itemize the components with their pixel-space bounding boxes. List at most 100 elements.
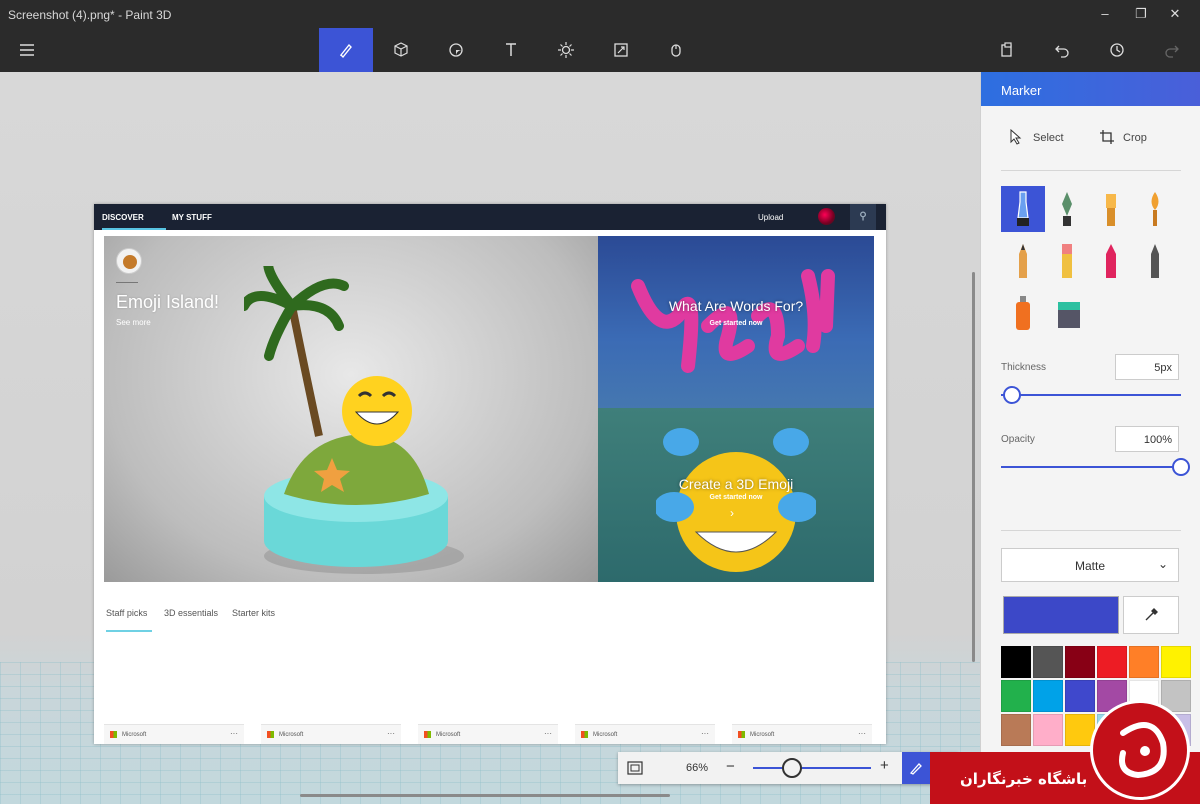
divider	[1001, 530, 1181, 531]
minimize-button[interactable]: –	[1092, 4, 1118, 24]
watercolor-icon[interactable]	[1133, 186, 1177, 232]
cursor-icon[interactable]	[1009, 129, 1023, 145]
maximize-button[interactable]: ❐	[1128, 4, 1154, 24]
crop-icon[interactable]	[1099, 129, 1115, 145]
pencil-icon[interactable]	[1001, 238, 1045, 284]
thickness-input[interactable]: 5px	[1115, 354, 1179, 380]
news-agency-watermark: باشگاه خبرنگاران	[930, 700, 1200, 804]
marker-brush-icon[interactable]	[1001, 186, 1045, 232]
discover-tab: DISCOVER	[102, 213, 166, 230]
more-icon: ···	[858, 729, 866, 738]
search-icon: ⚲	[850, 204, 876, 230]
color-swatch[interactable]	[1097, 646, 1127, 678]
words-tile: What Are Words For? Get started now	[598, 236, 874, 408]
microsoft-logo-icon	[424, 731, 431, 738]
fit-to-window-icon[interactable]	[624, 758, 646, 778]
menu-icon[interactable]	[0, 28, 54, 72]
zoom-out-button[interactable]: −	[726, 758, 735, 775]
zoom-slider-track[interactable]	[753, 767, 871, 769]
emoji-tile: Create a 3D Emoji Get started now ›	[598, 408, 874, 582]
brushes-icon[interactable]	[319, 28, 373, 72]
card-author: Microsoft	[122, 732, 147, 738]
creator-badge-icon	[116, 248, 142, 274]
model-card: Microsoft ···	[261, 724, 401, 744]
color-swatch[interactable]	[1161, 646, 1191, 678]
horizontal-scrollbar[interactable]	[300, 794, 670, 797]
zoom-percent[interactable]: 66%	[686, 762, 708, 774]
crop-button[interactable]: Crop	[1123, 132, 1147, 144]
undo-icon[interactable]	[1035, 28, 1089, 72]
thickness-slider[interactable]	[1001, 394, 1181, 396]
thickness-label: Thickness	[1001, 362, 1047, 373]
history-icon[interactable]	[1090, 28, 1144, 72]
calligraphy-pen-icon[interactable]	[1045, 186, 1089, 232]
card-author: Microsoft	[750, 732, 775, 738]
card-author: Microsoft	[436, 732, 461, 738]
eraser-icon[interactable]	[1045, 238, 1089, 284]
model-card: Microsoft ···	[418, 724, 558, 744]
finish-value: Matte	[1074, 559, 1105, 573]
chevron-down-icon: ⌄	[1157, 557, 1168, 571]
color-swatch[interactable]	[1129, 646, 1159, 678]
finish-dropdown[interactable]: Matte ⌄	[1001, 548, 1179, 582]
emoji-tile-link: Get started now	[709, 494, 763, 501]
current-color-swatch[interactable]	[1003, 596, 1119, 634]
tab-staff-picks: Staff picks	[106, 608, 148, 618]
microsoft-logo-icon	[738, 731, 745, 738]
thickness-slider-thumb[interactable]	[1002, 386, 1021, 404]
upload-label: Upload	[758, 213, 784, 222]
card-author: Microsoft	[593, 732, 618, 738]
tab-3d-essentials: 3D essentials	[164, 608, 219, 618]
color-swatch[interactable]	[1065, 646, 1095, 678]
canvas-workspace[interactable]: DISCOVER MY STUFF Upload ⚲ Emoji Island!…	[0, 72, 980, 804]
window-title: Screenshot (4).png* - Paint 3D	[8, 8, 172, 22]
pixel-pen-icon[interactable]	[1133, 238, 1177, 284]
text-icon[interactable]	[484, 28, 538, 72]
stickers-icon[interactable]	[429, 28, 483, 72]
pen-input-icon[interactable]	[902, 752, 930, 784]
divider	[1001, 170, 1181, 171]
canvas-icon[interactable]	[594, 28, 648, 72]
hero-title: Emoji Island!	[116, 292, 220, 312]
effects-icon[interactable]	[539, 28, 593, 72]
more-icon: ···	[230, 729, 238, 738]
3d-library-icon[interactable]	[649, 28, 703, 72]
canvas-image[interactable]: DISCOVER MY STUFF Upload ⚲ Emoji Island!…	[94, 204, 886, 744]
active-tab-underline	[106, 630, 152, 632]
paint3d-window: Screenshot (4).png* - Paint 3D – ❐ ✕ DIS…	[0, 0, 1200, 804]
model-card: Microsoft ···	[575, 724, 715, 744]
redo-icon[interactable]	[1145, 28, 1199, 72]
microsoft-logo-icon	[267, 731, 274, 738]
words-tile-title: What Are Words For?	[668, 298, 804, 314]
fill-icon[interactable]	[1045, 290, 1089, 336]
agency-logo-icon	[1090, 700, 1190, 800]
opacity-input[interactable]: 100%	[1115, 426, 1179, 452]
divider	[116, 282, 138, 283]
opacity-slider[interactable]	[1001, 466, 1181, 468]
spray-can-icon[interactable]	[1001, 290, 1045, 336]
main-toolbar	[0, 28, 1200, 72]
more-icon: ···	[701, 729, 709, 738]
zoom-slider-thumb[interactable]	[781, 758, 802, 778]
watermark-text: باشگاه خبرنگاران	[960, 770, 1088, 788]
crayon-icon[interactable]	[1089, 238, 1133, 284]
microsoft-logo-icon	[581, 731, 588, 738]
model-card: Microsoft ···	[732, 724, 872, 744]
color-swatch[interactable]	[1001, 646, 1031, 678]
zoom-in-button[interactable]: +	[880, 757, 889, 774]
close-button[interactable]: ✕	[1162, 4, 1188, 24]
panel-title: Marker	[981, 72, 1200, 106]
3d-shapes-icon[interactable]	[374, 28, 428, 72]
avatar	[818, 208, 835, 225]
eyedropper-icon[interactable]	[1123, 596, 1179, 634]
select-button[interactable]: Select	[1033, 132, 1064, 144]
paste-icon[interactable]	[980, 28, 1034, 72]
my-stuff-tab: MY STUFF	[172, 213, 212, 222]
remix-nav-bar: DISCOVER MY STUFF Upload ⚲	[94, 204, 886, 230]
emoji-tile-title: Create a 3D Emoji	[678, 476, 794, 492]
oil-brush-icon[interactable]	[1089, 186, 1133, 232]
opacity-label: Opacity	[1001, 434, 1035, 445]
opacity-slider-thumb[interactable]	[1172, 458, 1190, 476]
color-swatch[interactable]	[1033, 646, 1063, 678]
vertical-scrollbar[interactable]	[972, 272, 975, 662]
